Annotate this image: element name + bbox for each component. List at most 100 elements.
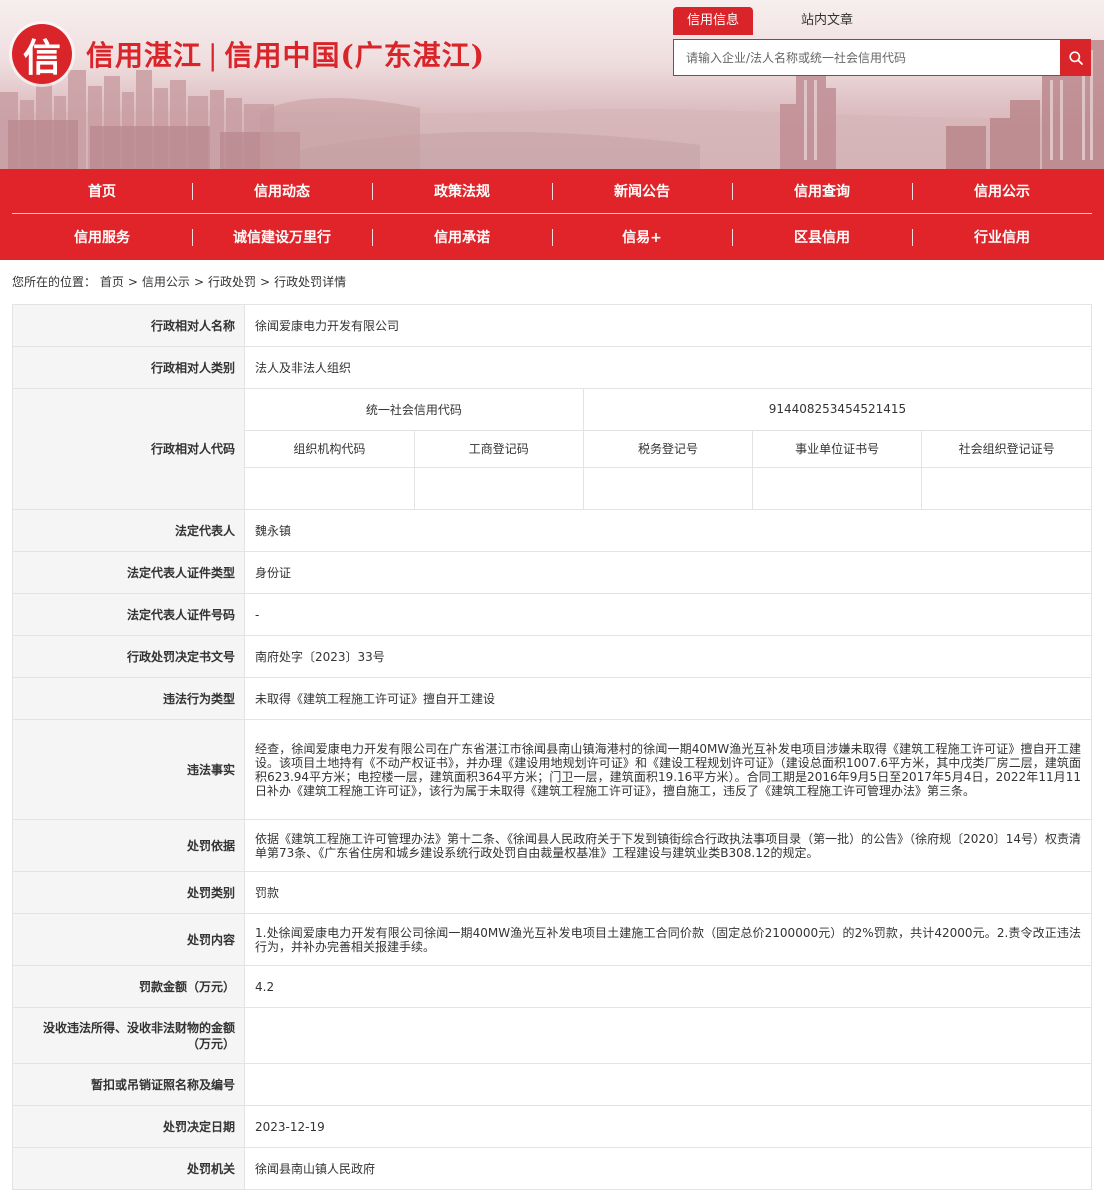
codes-header-row: 组织机构代码 工商登记码 税务登记号 事业单位证书号 社会组织登记证号 bbox=[245, 429, 1091, 468]
value-legal-rep: 魏永镇 bbox=[244, 509, 1092, 552]
value-category: 罚款 bbox=[244, 871, 1092, 914]
nav-item-credit-services[interactable]: 信用服务 bbox=[12, 227, 192, 247]
row-party-name: 行政相对人名称 徐闻爱康电力开发有限公司 bbox=[12, 304, 1092, 347]
site-logo[interactable]: 信 信用湛江 | 信用中国(广东湛江) bbox=[12, 24, 485, 84]
party-codes-cell: 统一社会信用代码 914408253454521415 组织机构代码 工商登记码… bbox=[244, 388, 1092, 510]
label-content: 处罚内容 bbox=[12, 913, 245, 966]
label-category: 处罚类别 bbox=[12, 871, 245, 914]
tax-reg-label: 税务登记号 bbox=[582, 429, 754, 468]
label-facts: 违法事实 bbox=[12, 719, 245, 820]
label-decision-date: 处罚决定日期 bbox=[12, 1105, 245, 1148]
label-authority: 处罚机关 bbox=[12, 1147, 245, 1190]
value-confiscation bbox=[244, 1007, 1092, 1064]
business-reg-value bbox=[413, 466, 584, 509]
row-confiscation: 没收违法所得、没收非法财物的金额（万元） bbox=[12, 1007, 1092, 1064]
label-legal-rep-id-type: 法定代表人证件类型 bbox=[12, 551, 245, 594]
site-title: 信用湛江 | 信用中国(广东湛江) bbox=[86, 34, 485, 74]
codes-value-row bbox=[245, 466, 1091, 509]
search-box bbox=[673, 39, 1091, 76]
penalty-detail-table: 行政相对人名称 徐闻爱康电力开发有限公司 行政相对人类别 法人及非法人组织 行政… bbox=[12, 304, 1092, 1190]
breadcrumb-home[interactable]: 首页 bbox=[100, 275, 124, 289]
label-legal-rep: 法定代表人 bbox=[12, 509, 245, 552]
value-license bbox=[244, 1063, 1092, 1106]
nav-item-announcements[interactable]: 新闻公告 bbox=[552, 181, 732, 201]
row-authority: 处罚机关 徐闻县南山镇人民政府 bbox=[12, 1147, 1092, 1190]
row-party-type: 行政相对人类别 法人及非法人组织 bbox=[12, 346, 1092, 389]
row-violation-type: 违法行为类型 未取得《建筑工程施工许可证》擅自开工建设 bbox=[12, 677, 1092, 720]
row-legal-rep-id-no: 法定代表人证件号码 - bbox=[12, 593, 1092, 636]
header-banner: 信 信用湛江 | 信用中国(广东湛江) 信用信息 站内文章 bbox=[0, 0, 1104, 169]
nav-item-credit-commitment[interactable]: 信用承诺 bbox=[372, 227, 552, 247]
site-title-left: 信用湛江 bbox=[86, 39, 203, 72]
search-icon bbox=[1068, 50, 1083, 65]
label-party-codes: 行政相对人代码 bbox=[12, 388, 245, 510]
nav-item-industry-credit[interactable]: 行业信用 bbox=[912, 227, 1092, 247]
party-codes-table: 统一社会信用代码 914408253454521415 组织机构代码 工商登记码… bbox=[245, 389, 1091, 509]
uscc-row: 统一社会信用代码 914408253454521415 bbox=[245, 389, 1091, 431]
row-decision-no: 行政处罚决定书文号 南府处字〔2023〕33号 bbox=[12, 635, 1092, 678]
site-title-separator: | bbox=[208, 39, 219, 72]
value-decision-no: 南府处字〔2023〕33号 bbox=[244, 635, 1092, 678]
row-basis: 处罚依据 依据《建筑工程施工许可管理办法》第十二条、《徐闻县人民政府关于下发到镇… bbox=[12, 819, 1092, 872]
label-party-type: 行政相对人类别 bbox=[12, 346, 245, 389]
main-nav: 首页 信用动态 政策法规 新闻公告 信用查询 信用公示 信用服务 诚信建设万里行… bbox=[0, 169, 1104, 260]
site-title-right: 信用中国(广东湛江) bbox=[224, 39, 485, 72]
row-license: 暂扣或吊销证照名称及编号 bbox=[12, 1063, 1092, 1106]
tab-credit-info[interactable]: 信用信息 bbox=[673, 7, 754, 35]
institution-cert-value bbox=[752, 466, 923, 509]
nav-item-xinyi-plus[interactable]: 信易+ bbox=[552, 227, 732, 247]
value-party-name: 徐闻爱康电力开发有限公司 bbox=[244, 304, 1092, 347]
social-org-reg-label: 社会组织登记证号 bbox=[921, 429, 1091, 468]
label-confiscation: 没收违法所得、没收非法财物的金额（万元） bbox=[12, 1007, 245, 1064]
value-legal-rep-id-type: 身份证 bbox=[244, 551, 1092, 594]
uscc-value: 914408253454521415 bbox=[582, 389, 1091, 431]
breadcrumb-separator: > bbox=[260, 275, 271, 289]
breadcrumb-credit-publicity[interactable]: 信用公示 bbox=[142, 275, 190, 289]
label-fine: 罚款金额（万元） bbox=[12, 965, 245, 1008]
org-code-value bbox=[245, 466, 415, 509]
tax-reg-value bbox=[582, 466, 754, 509]
social-org-reg-value bbox=[921, 466, 1091, 509]
breadcrumb-prefix: 您所在的位置： bbox=[12, 275, 97, 289]
search-tabs: 信用信息 站内文章 bbox=[673, 7, 867, 35]
value-fine: 4.2 bbox=[244, 965, 1092, 1008]
nav-item-credit-query[interactable]: 信用查询 bbox=[732, 181, 912, 201]
nav-item-county-credit[interactable]: 区县信用 bbox=[732, 227, 912, 247]
value-facts: 经查，徐闻爱康电力开发有限公司在广东省湛江市徐闻县南山镇海港村的徐闻一期40MW… bbox=[244, 719, 1092, 820]
search-button[interactable] bbox=[1060, 39, 1091, 76]
breadcrumb-admin-penalty[interactable]: 行政处罚 bbox=[208, 275, 256, 289]
breadcrumb-separator: > bbox=[127, 275, 138, 289]
row-content: 处罚内容 1.处徐闻爱康电力开发有限公司徐闻一期40MW渔光互补发电项目土建施工… bbox=[12, 913, 1092, 966]
row-legal-rep-id-type: 法定代表人证件类型 身份证 bbox=[12, 551, 1092, 594]
nav-item-policies[interactable]: 政策法规 bbox=[372, 181, 552, 201]
nav-item-home[interactable]: 首页 bbox=[12, 181, 192, 201]
label-decision-no: 行政处罚决定书文号 bbox=[12, 635, 245, 678]
uscc-label: 统一社会信用代码 bbox=[245, 389, 584, 431]
institution-cert-label: 事业单位证书号 bbox=[752, 429, 923, 468]
business-reg-label: 工商登记码 bbox=[413, 429, 584, 468]
nav-row-1: 首页 信用动态 政策法规 新闻公告 信用查询 信用公示 bbox=[12, 169, 1092, 214]
row-decision-date: 处罚决定日期 2023-12-19 bbox=[12, 1105, 1092, 1148]
value-decision-date: 2023-12-19 bbox=[244, 1105, 1092, 1148]
tab-site-articles[interactable]: 站内文章 bbox=[787, 7, 867, 35]
search-input[interactable] bbox=[673, 39, 1060, 76]
row-facts: 违法事实 经查，徐闻爱康电力开发有限公司在广东省湛江市徐闻县南山镇海港村的徐闻一… bbox=[12, 719, 1092, 820]
nav-item-credit-publicity[interactable]: 信用公示 bbox=[912, 181, 1092, 201]
value-content: 1.处徐闻爱康电力开发有限公司徐闻一期40MW渔光互补发电项目土建施工合同价款（… bbox=[244, 913, 1092, 966]
row-category: 处罚类别 罚款 bbox=[12, 871, 1092, 914]
label-party-name: 行政相对人名称 bbox=[12, 304, 245, 347]
value-legal-rep-id-no: - bbox=[244, 593, 1092, 636]
value-violation-type: 未取得《建筑工程施工许可证》擅自开工建设 bbox=[244, 677, 1092, 720]
value-party-type: 法人及非法人组织 bbox=[244, 346, 1092, 389]
breadcrumb-separator: > bbox=[193, 275, 204, 289]
nav-item-integrity-campaign[interactable]: 诚信建设万里行 bbox=[192, 227, 372, 247]
row-legal-rep: 法定代表人 魏永镇 bbox=[12, 509, 1092, 552]
value-authority: 徐闻县南山镇人民政府 bbox=[244, 1147, 1092, 1190]
row-fine: 罚款金额（万元） 4.2 bbox=[12, 965, 1092, 1008]
nav-item-credit-news[interactable]: 信用动态 bbox=[192, 181, 372, 201]
label-violation-type: 违法行为类型 bbox=[12, 677, 245, 720]
label-legal-rep-id-no: 法定代表人证件号码 bbox=[12, 593, 245, 636]
logo-emblem: 信 bbox=[12, 24, 72, 84]
org-code-label: 组织机构代码 bbox=[245, 429, 415, 468]
label-license: 暂扣或吊销证照名称及编号 bbox=[12, 1063, 245, 1106]
